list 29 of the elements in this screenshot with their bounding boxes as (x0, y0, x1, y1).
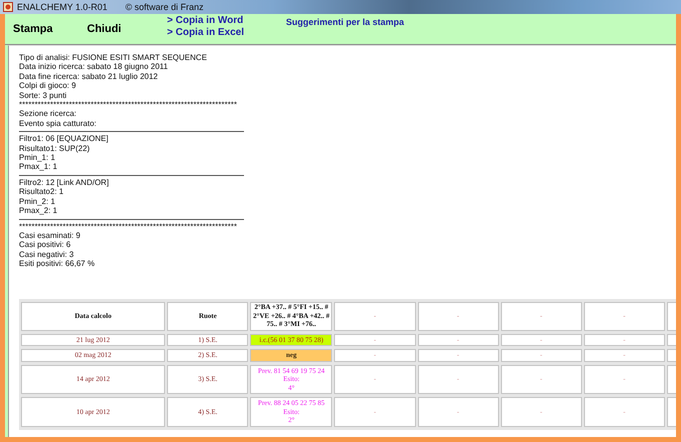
report-line: Casi negativi: 3 (19, 250, 75, 260)
report-line: Data inizio ricerca: sabato 18 giugno 2011 (19, 62, 169, 72)
report-line: Sezione ricerca: (19, 109, 78, 119)
report-line: Filtro2: 12 [Link AND/OR] (19, 178, 110, 188)
report-line: Pmax_1: 1 (19, 162, 58, 172)
report-line: Pmin_1: 1 (19, 153, 56, 162)
report-line: Casi esaminati: 9 (19, 230, 82, 240)
report-line: Filtro1: 06 [EQUAZIONE] (19, 134, 110, 144)
copy-link[interactable]: > Copia in Word (167, 14, 244, 26)
report-line: ********************************************************************** (19, 222, 238, 231)
report-line: ********************************************************************** (19, 100, 238, 110)
report-line: Evento spia catturato: (19, 118, 98, 128)
report-line: Colpi di gioco: 9 (19, 81, 77, 91)
report-line: Risultato2: 1 (19, 187, 64, 197)
report-line: Tipo di analisi: FUSIONE ESITI SMART SEQUENCE (19, 53, 208, 62)
report-line: Casi positivi: 6 (19, 240, 72, 250)
report-line: Pmax_2: 1 (19, 206, 58, 216)
report-line: Esiti positivi: 66,67 % (19, 259, 96, 269)
app-icon (3, 2, 13, 12)
window-subtitle: © software di Franz (125, 2, 204, 12)
window-title: ENALCHEMY 1.0-R01 (17, 2, 108, 12)
report-line: Data fine ricerca: sabato 21 luglio 2012 (19, 72, 159, 82)
toolbar-button[interactable]: Stampa (13, 23, 79, 35)
print-tips-link[interactable]: Suggerimenti per la stampa (286, 17, 404, 27)
report-line: Sorte: 3 punti (19, 90, 68, 100)
report-line: Pmin_2: 1 (19, 196, 56, 206)
toolbar-button[interactable]: Chiudi (87, 23, 153, 35)
report-line: Risultato1: SUP(22) (19, 144, 91, 154)
copy-link[interactable]: > Copia in Excel (167, 26, 244, 38)
